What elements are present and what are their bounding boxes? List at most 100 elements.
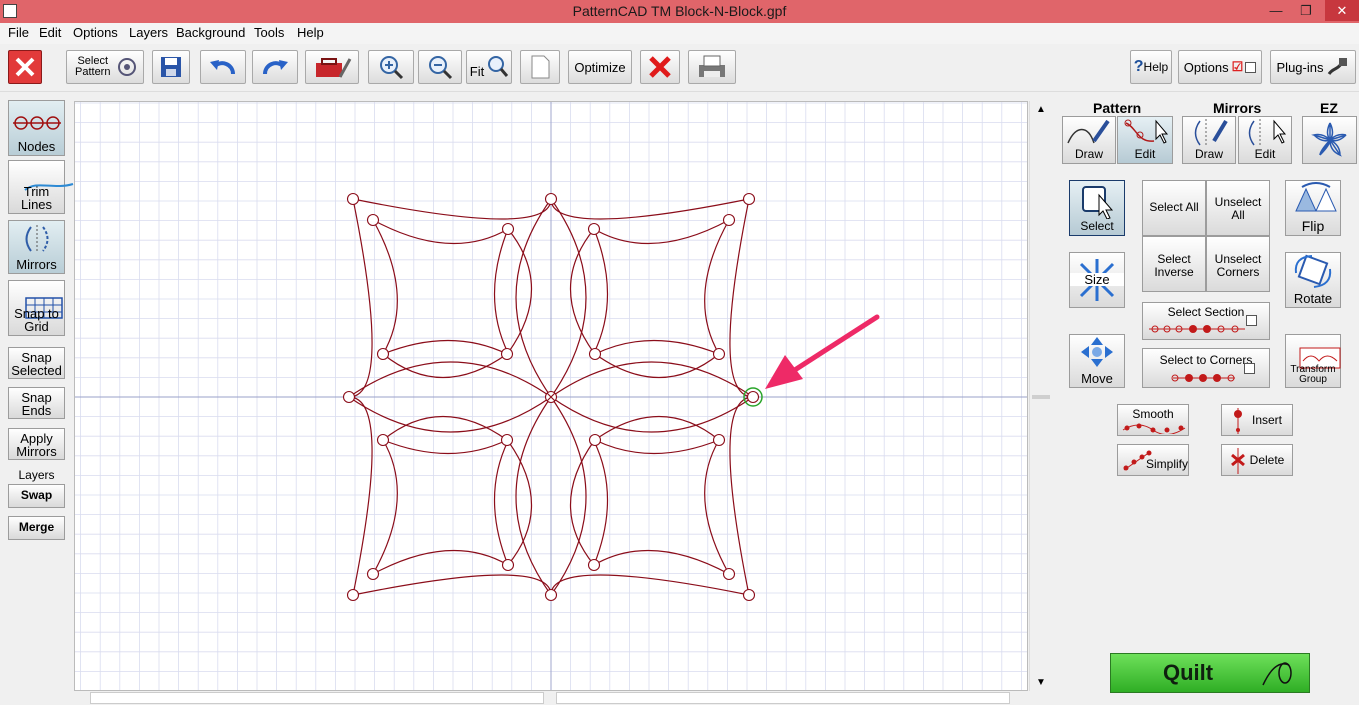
- select-all-button[interactable]: Select All: [1142, 180, 1206, 236]
- restore-button[interactable]: ❐: [1291, 0, 1321, 21]
- move-arrows-icon: [1081, 337, 1113, 367]
- toolbar: Select Pattern Fit Optimize ? Help Optio…: [0, 44, 1359, 92]
- corner-nodes-icon: [1171, 374, 1235, 382]
- pattern-node: [712, 347, 726, 361]
- move-button[interactable]: Move: [1069, 334, 1125, 388]
- drawing-canvas[interactable]: [74, 101, 1028, 691]
- smooth-button[interactable]: Smooth: [1117, 404, 1189, 436]
- delete-node-button[interactable]: Delete: [1221, 444, 1293, 476]
- smooth-icon: [1122, 423, 1186, 434]
- petal-bottom-left: [515, 396, 552, 596]
- horizontal-scrollbar[interactable]: [74, 691, 1028, 705]
- mirrors-draw-button[interactable]: Draw: [1182, 116, 1236, 164]
- menu-edit[interactable]: Edit: [39, 25, 61, 40]
- print-button[interactable]: [688, 50, 736, 84]
- simplify-button[interactable]: Simplify: [1117, 444, 1189, 476]
- help-button[interactable]: ? Help: [1130, 50, 1172, 84]
- pattern-node: [500, 433, 514, 447]
- unselect-corners-button[interactable]: Unselect Corners: [1206, 236, 1270, 292]
- h-scroll-track-left[interactable]: [90, 692, 544, 704]
- zoom-out-button[interactable]: [418, 50, 462, 84]
- menu-file[interactable]: File: [8, 25, 29, 40]
- snap-ends-button[interactable]: Snap Ends: [8, 387, 65, 419]
- quilt-button[interactable]: Quilt: [1110, 653, 1310, 693]
- checkbox-checked-icon: ☑: [1231, 59, 1244, 74]
- snap-selected-button[interactable]: Snap Selected: [8, 347, 65, 379]
- plugins-button[interactable]: Plug-ins: [1270, 50, 1356, 84]
- pattern-edit-label: Edit: [1134, 147, 1156, 161]
- mirrors-header: Mirrors: [1213, 100, 1262, 116]
- select-section-button[interactable]: Select Section: [1142, 302, 1270, 340]
- petal-left-bottom: [348, 396, 552, 433]
- select-pattern-button[interactable]: Select Pattern: [66, 50, 144, 84]
- petal-top-right: [550, 198, 587, 398]
- trim-lines-label: Trim Lines: [20, 184, 53, 212]
- snap-to-grid-label: Snap to Grid: [14, 306, 59, 334]
- pattern-node: [366, 213, 380, 227]
- new-page-button[interactable]: [520, 50, 560, 84]
- pattern-header: Pattern: [1093, 100, 1142, 116]
- apply-mirrors-button[interactable]: Apply Mirrors: [8, 428, 65, 460]
- smooth-label: Smooth: [1132, 407, 1174, 421]
- save-button[interactable]: [152, 50, 190, 84]
- scroll-up-arrow-icon[interactable]: ▲: [1036, 104, 1046, 115]
- inner-arc-d-q3: [382, 339, 508, 355]
- insert-button[interactable]: Insert: [1221, 404, 1293, 436]
- mirrors-edit-button[interactable]: Edit: [1238, 116, 1292, 164]
- pattern-draw-button[interactable]: Draw: [1062, 116, 1116, 164]
- delete-pattern-button[interactable]: [640, 50, 680, 84]
- pattern-drawing[interactable]: [75, 102, 1028, 691]
- vertical-scrollbar[interactable]: ▲ ▼: [1029, 101, 1052, 691]
- nodes-button[interactable]: Nodes: [8, 100, 65, 156]
- fit-button[interactable]: Fit: [466, 50, 512, 84]
- flip-button[interactable]: Flip: [1285, 180, 1341, 236]
- pattern-node: [742, 192, 756, 206]
- size-button[interactable]: Size: [1069, 252, 1125, 308]
- redo-button[interactable]: [252, 50, 298, 84]
- close-window-button[interactable]: ✕: [1325, 0, 1359, 21]
- mirrors-icon: [25, 225, 48, 253]
- pattern-edit-button[interactable]: Edit: [1117, 116, 1173, 164]
- rotate-button[interactable]: Rotate: [1285, 252, 1341, 308]
- menu-options[interactable]: Options: [73, 25, 118, 40]
- menu-help[interactable]: Help: [297, 25, 324, 40]
- swap-button[interactable]: Swap: [8, 484, 65, 508]
- select-to-corners-button[interactable]: Select to Corners: [1142, 348, 1270, 388]
- undo-button[interactable]: [200, 50, 246, 84]
- pattern-node: [376, 347, 390, 361]
- select-inverse-button[interactable]: Select Inverse: [1142, 236, 1206, 292]
- nodes-label: Nodes: [17, 139, 56, 154]
- scroll-thumb[interactable]: [1032, 395, 1050, 399]
- menu-tools[interactable]: Tools: [254, 25, 284, 40]
- trim-lines-button[interactable]: Trim Lines: [8, 160, 74, 214]
- optimize-button[interactable]: Optimize: [568, 50, 632, 84]
- h-scroll-track-right[interactable]: [556, 692, 1010, 704]
- options-button[interactable]: Options ☑: [1178, 50, 1262, 84]
- unselect-all-button[interactable]: Unselect All: [1206, 180, 1270, 236]
- exit-button[interactable]: [8, 50, 42, 84]
- pattern-node: [712, 433, 726, 447]
- annotation-arrow-head: [765, 355, 803, 389]
- zoom-in-icon: [380, 56, 404, 80]
- plug-icon: [1328, 58, 1348, 75]
- ez-button[interactable]: [1302, 116, 1357, 164]
- outer-edge-bottom-left: [352, 574, 552, 596]
- snap-to-grid-button[interactable]: Snap to Grid: [8, 280, 65, 336]
- pattern-node: [587, 222, 601, 236]
- merge-button[interactable]: Merge: [8, 516, 65, 540]
- zoom-in-button[interactable]: [368, 50, 414, 84]
- select-tool-button[interactable]: Select: [1069, 180, 1125, 236]
- fit-label: Fit: [469, 63, 485, 79]
- toolbox-button[interactable]: [305, 50, 359, 84]
- pattern-node: [366, 567, 380, 581]
- select-to-corners-checkbox[interactable]: [1244, 363, 1255, 374]
- scroll-down-arrow-icon[interactable]: ▼: [1036, 677, 1046, 688]
- menu-background[interactable]: Background: [176, 25, 245, 40]
- select-section-checkbox[interactable]: [1246, 315, 1257, 326]
- mirrors-button[interactable]: Mirrors: [8, 220, 65, 274]
- minimize-button[interactable]: —: [1261, 0, 1291, 21]
- transform-group-button[interactable]: Transform Group: [1285, 334, 1341, 388]
- mirror-pencil-icon: [1194, 119, 1228, 147]
- menu-bar: File Edit Options Layers Background Tool…: [0, 23, 1359, 44]
- menu-layers[interactable]: Layers: [129, 25, 168, 40]
